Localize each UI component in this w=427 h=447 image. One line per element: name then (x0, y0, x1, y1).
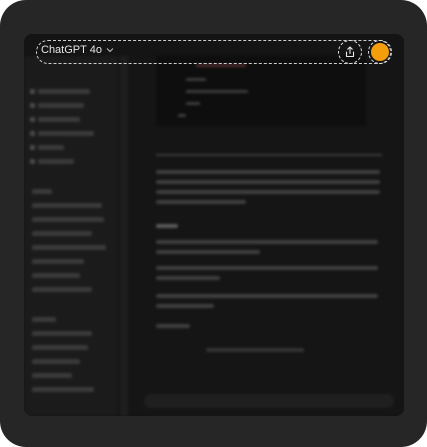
sidebar-chat-item[interactable] (32, 359, 80, 364)
text-line (156, 200, 246, 204)
model-label: ChatGPT 4o (41, 44, 102, 56)
chevron-down-icon (106, 46, 114, 55)
sidebar-item-icon (30, 131, 35, 136)
code-line (186, 78, 206, 81)
sidebar-chat-item[interactable] (32, 259, 84, 264)
sidebar-item-icon (30, 145, 35, 150)
text-line (156, 180, 380, 184)
text-line (156, 294, 378, 298)
sidebar-chat-item[interactable] (32, 331, 92, 336)
app-window (24, 34, 404, 416)
code-block (156, 56, 366, 126)
sidebar-item-icon (30, 159, 35, 164)
text-line (156, 266, 378, 270)
sidebar-item[interactable] (38, 159, 74, 164)
text-heading (156, 224, 178, 228)
text-line (156, 276, 220, 280)
sidebar (24, 56, 118, 416)
sidebar-chat-item[interactable] (32, 345, 88, 350)
sidebar-chat-item[interactable] (32, 273, 80, 278)
message-actions[interactable] (206, 348, 304, 352)
chat-area (128, 56, 404, 416)
blurred-content (24, 56, 404, 416)
sidebar-item-icon (30, 103, 35, 108)
scrollbar[interactable] (120, 56, 128, 416)
sidebar-item[interactable] (38, 103, 84, 108)
sidebar-item[interactable] (38, 145, 64, 150)
sidebar-chat-item[interactable] (32, 217, 104, 222)
share-button[interactable] (338, 40, 362, 64)
model-selector[interactable]: ChatGPT 4o (41, 44, 114, 56)
divider (156, 154, 382, 156)
sidebar-item[interactable] (38, 131, 94, 136)
sidebar-item-icon (30, 117, 35, 122)
message-composer[interactable] (144, 394, 394, 408)
text-line (156, 190, 380, 194)
sidebar-chat-item[interactable] (32, 287, 92, 292)
device-frame: ChatGPT 4o (0, 0, 427, 447)
text-line (156, 170, 380, 174)
share-icon (345, 46, 355, 58)
sidebar-chat-item[interactable] (32, 387, 94, 392)
chat-header: ChatGPT 4o (36, 40, 392, 64)
code-line (196, 64, 246, 67)
code-line (186, 90, 248, 93)
sidebar-chat-item[interactable] (32, 373, 72, 378)
code-line (186, 102, 200, 105)
text-line (156, 250, 260, 254)
sidebar-chat-item[interactable] (32, 231, 92, 236)
sidebar-item-icon (30, 89, 35, 94)
sidebar-chat-item[interactable] (32, 245, 106, 250)
sidebar-item[interactable] (38, 89, 90, 94)
text-line (156, 240, 378, 244)
code-line (178, 114, 186, 117)
sidebar-section-label (32, 317, 56, 322)
text-line (156, 324, 190, 328)
sidebar-section-label (32, 189, 52, 194)
avatar (371, 43, 389, 61)
text-line (156, 304, 214, 308)
sidebar-chat-item[interactable] (32, 203, 102, 208)
avatar-button[interactable] (368, 40, 392, 64)
sidebar-item[interactable] (38, 117, 80, 122)
